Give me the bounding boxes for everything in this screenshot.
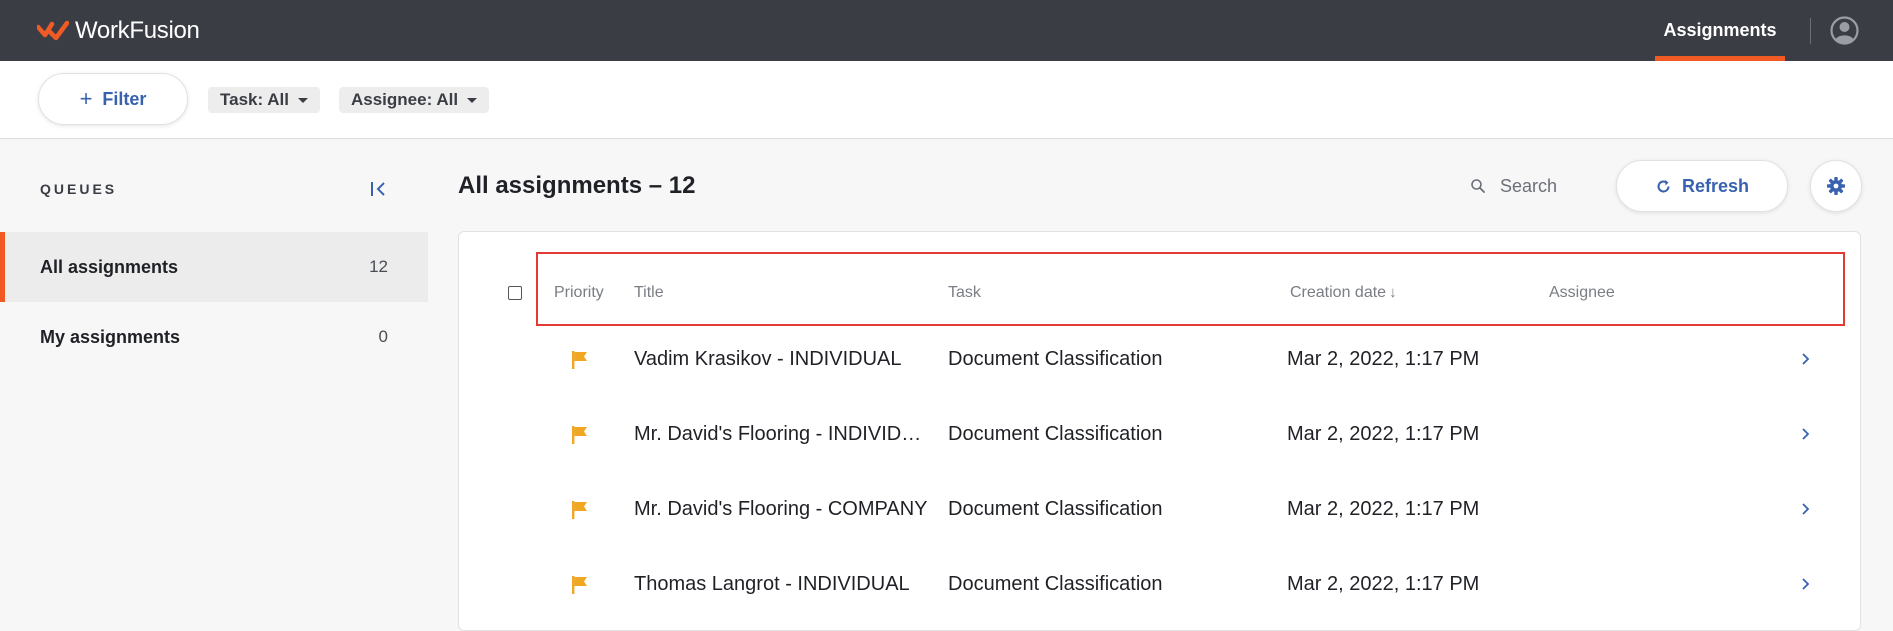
- filter-bar: + Filter Task: All Assignee: All: [0, 61, 1893, 139]
- queue-name: My assignments: [40, 326, 181, 347]
- table-header-highlight: [536, 252, 1845, 326]
- nav-divider: [1810, 18, 1811, 44]
- row-title: Vadim Krasikov - INDIVIDUAL: [634, 348, 902, 370]
- task-filter-chip[interactable]: Task: All: [208, 87, 320, 113]
- search-input[interactable]: Search: [1470, 170, 1557, 202]
- row-title: Thomas Langrot - INDIVIDUAL: [634, 573, 910, 595]
- workfusion-logo-icon: [37, 20, 69, 41]
- top-bar: WorkFusion Assignments: [0, 0, 1893, 61]
- queue-count: 12: [369, 257, 388, 276]
- queue-name: All assignments: [40, 256, 179, 277]
- column-header-assignee[interactable]: Assignee: [1549, 284, 1615, 302]
- user-avatar-icon[interactable]: [1830, 16, 1859, 45]
- page-title: All assignments – 12: [458, 172, 696, 199]
- queues-sidebar: QUEUES All assignments 12 My assignments…: [0, 140, 428, 625]
- task-chip-label: Task: All: [220, 90, 289, 109]
- priority-flag-icon: [572, 501, 587, 519]
- row-task: Document Classification: [948, 423, 1163, 445]
- brand-name: WorkFusion: [75, 17, 200, 44]
- chevron-right-icon[interactable]: [1800, 502, 1812, 516]
- assignee-chip-label: Assignee: All: [351, 90, 459, 109]
- row-creation-date: Mar 2, 2022, 1:17 PM: [1287, 573, 1480, 595]
- gear-icon: [1827, 177, 1845, 195]
- row-title: Mr. David's Flooring - INDIVIDUAL: [634, 423, 924, 445]
- plus-icon: +: [79, 86, 93, 111]
- row-title: Mr. David's Flooring - COMPANY: [634, 498, 928, 520]
- sort-descending-icon: ↓: [1389, 284, 1397, 301]
- nav-assignments[interactable]: Assignments: [1655, 0, 1785, 61]
- caret-down-icon: [467, 97, 478, 103]
- row-task: Document Classification: [948, 348, 1163, 370]
- priority-flag-icon: [572, 426, 587, 444]
- filter-button-label: Filter: [102, 88, 147, 109]
- chevron-right-icon[interactable]: [1800, 427, 1812, 441]
- queues-heading: QUEUES: [40, 181, 118, 197]
- queue-all-assignments[interactable]: All assignments 12: [0, 232, 428, 302]
- refresh-label: Refresh: [1681, 175, 1750, 196]
- select-all-checkbox[interactable]: [508, 286, 522, 300]
- priority-flag-icon: [572, 351, 587, 369]
- column-header-title[interactable]: Title: [634, 284, 664, 302]
- queue-count: 0: [378, 327, 388, 346]
- column-header-creation-date[interactable]: Creation date ↓: [1290, 284, 1397, 302]
- search-placeholder: Search: [1500, 175, 1558, 196]
- refresh-icon: [1657, 179, 1670, 192]
- queue-my-assignments[interactable]: My assignments 0: [0, 302, 428, 372]
- column-header-task[interactable]: Task: [948, 284, 981, 302]
- chevron-right-icon[interactable]: [1800, 352, 1812, 366]
- assignee-filter-chip[interactable]: Assignee: All: [339, 87, 490, 113]
- workfusion-logo[interactable]: WorkFusion: [37, 15, 200, 47]
- collapse-sidebar-icon[interactable]: [368, 180, 390, 198]
- row-creation-date: Mar 2, 2022, 1:17 PM: [1287, 498, 1480, 520]
- add-filter-button[interactable]: + Filter: [38, 73, 188, 125]
- priority-flag-icon: [572, 576, 587, 594]
- refresh-button[interactable]: Refresh: [1616, 160, 1788, 212]
- row-creation-date: Mar 2, 2022, 1:17 PM: [1287, 348, 1480, 370]
- creation-date-label: Creation date: [1290, 284, 1387, 301]
- row-task: Document Classification: [948, 498, 1163, 520]
- chevron-right-icon[interactable]: [1800, 577, 1812, 591]
- caret-down-icon: [297, 97, 308, 103]
- column-header-priority[interactable]: Priority: [554, 284, 604, 302]
- row-creation-date: Mar 2, 2022, 1:17 PM: [1287, 423, 1480, 445]
- search-icon: [1471, 179, 1485, 193]
- row-task: Document Classification: [948, 573, 1163, 595]
- settings-button[interactable]: [1810, 160, 1862, 212]
